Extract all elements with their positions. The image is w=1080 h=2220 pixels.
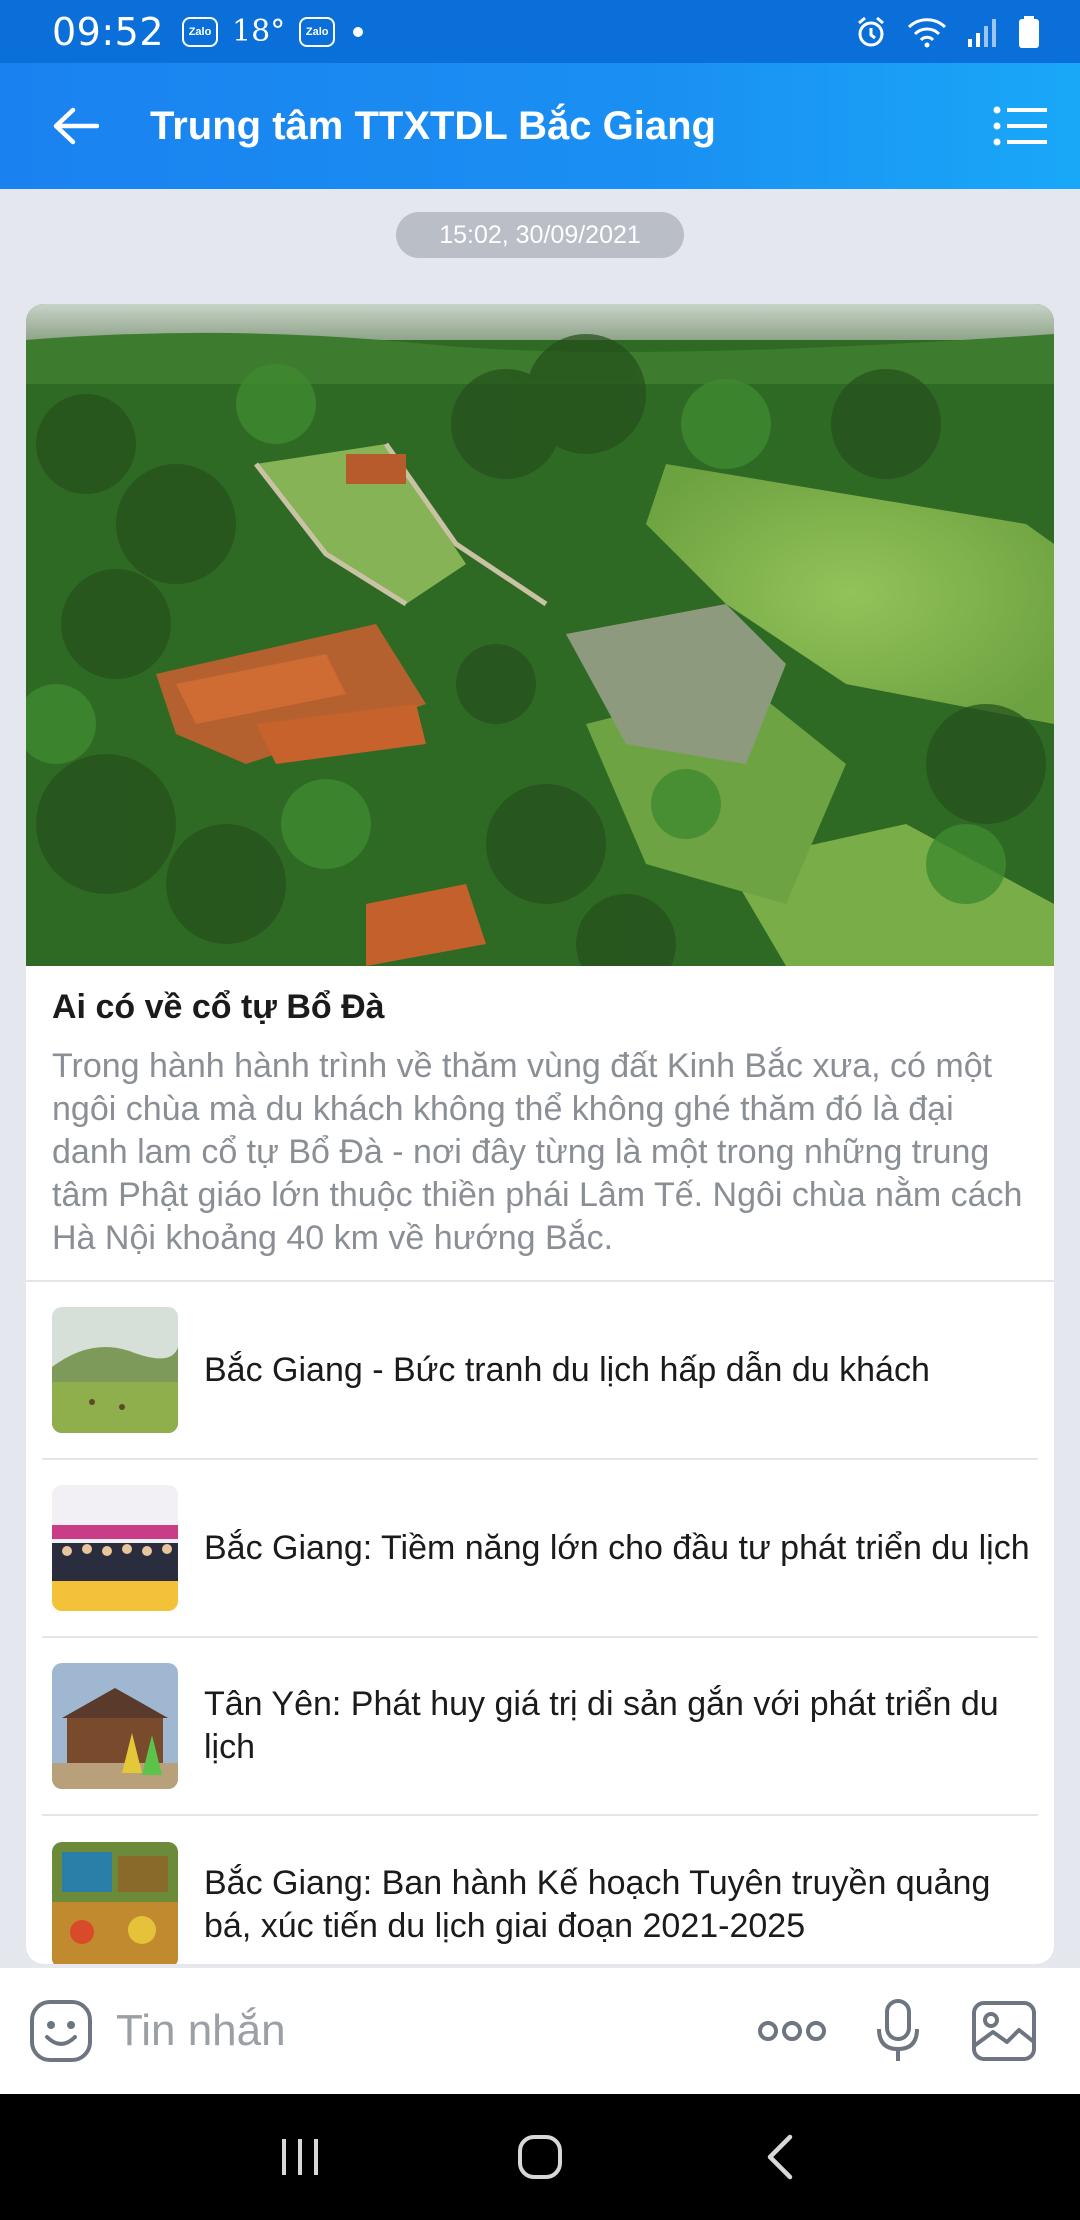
sticker-face-icon xyxy=(30,2000,92,2062)
image-button[interactable] xyxy=(954,1986,1054,2076)
article-title[interactable]: Ai có về cổ tự Bổ Đà xyxy=(26,966,1054,1027)
home-icon xyxy=(518,2135,562,2179)
related-article-title: Bắc Giang: Tiềm năng lớn cho đầu tư phát… xyxy=(204,1528,1030,1567)
menu-button[interactable] xyxy=(960,63,1080,189)
wifi-icon xyxy=(907,17,947,47)
voice-button[interactable] xyxy=(848,1986,948,2076)
notification-icons: Zalo 18° Zalo xyxy=(182,14,364,49)
temperature: 18° xyxy=(232,14,286,49)
sticker-button[interactable] xyxy=(26,1996,96,2066)
zalo-notification-icon-2: Zalo xyxy=(299,16,336,47)
related-article-thumbnail xyxy=(52,1842,178,1964)
more-notifications-dot xyxy=(353,26,364,37)
more-button[interactable] xyxy=(742,1986,842,2076)
list-menu-icon xyxy=(993,106,1047,146)
chevron-left-icon xyxy=(767,2134,793,2180)
back-button[interactable] xyxy=(0,63,150,189)
article-description: Trong hành hành trình về thăm vùng đất K… xyxy=(52,1047,1023,1257)
status-right-icons xyxy=(854,15,1040,49)
system-navigation-bar xyxy=(0,2094,1080,2220)
home-button[interactable] xyxy=(490,2107,590,2207)
chat-title: Trung tâm TTXTDL Bắc Giang xyxy=(150,103,716,148)
article-card[interactable]: Ai có về cổ tự Bổ Đà Trong hành hành trì… xyxy=(26,304,1054,1964)
status-bar: 09:52 Zalo 18° Zalo xyxy=(0,0,1080,63)
related-article-thumbnail xyxy=(52,1485,178,1611)
microphone-icon xyxy=(877,1999,919,2061)
recent-apps-icon xyxy=(282,2139,318,2175)
more-dots-icon xyxy=(758,2021,826,2041)
image-icon xyxy=(972,2001,1036,2061)
related-article-title: Tân Yên: Phát huy giá trị di sản gắn với… xyxy=(204,1685,999,1766)
message-input[interactable] xyxy=(116,2006,736,2056)
arrow-left-icon xyxy=(53,107,99,145)
message-composer xyxy=(0,1966,1080,2094)
message-timestamp: 15:02, 30/09/2021 xyxy=(396,212,684,258)
related-article-item[interactable]: Bắc Giang: Ban hành Kế hoạch Tuyên truyề… xyxy=(42,1816,1038,1964)
related-article-item[interactable]: Bắc Giang: Tiềm năng lớn cho đầu tư phát… xyxy=(42,1460,1038,1638)
article-hero-image[interactable] xyxy=(26,304,1054,966)
related-article-title: Bắc Giang: Ban hành Kế hoạch Tuyên truyề… xyxy=(204,1864,991,1945)
related-article-title: Bắc Giang - Bức tranh du lịch hấp dẫn du… xyxy=(204,1350,930,1389)
chat-header: Trung tâm TTXTDL Bắc Giang xyxy=(0,63,1080,189)
status-time: 09:52 xyxy=(52,9,165,54)
alarm-icon xyxy=(858,16,884,46)
recent-apps-button[interactable] xyxy=(250,2107,350,2207)
related-article-item[interactable]: Tân Yên: Phát huy giá trị di sản gắn với… xyxy=(42,1638,1038,1816)
zalo-notification-icon: Zalo xyxy=(182,16,219,47)
related-article-item[interactable]: Bắc Giang - Bức tranh du lịch hấp dẫn du… xyxy=(42,1282,1038,1460)
related-article-thumbnail xyxy=(52,1307,178,1433)
system-back-button[interactable] xyxy=(730,2107,830,2207)
related-article-thumbnail xyxy=(52,1663,178,1789)
signal-icon xyxy=(968,18,996,47)
battery-icon xyxy=(1019,15,1039,48)
